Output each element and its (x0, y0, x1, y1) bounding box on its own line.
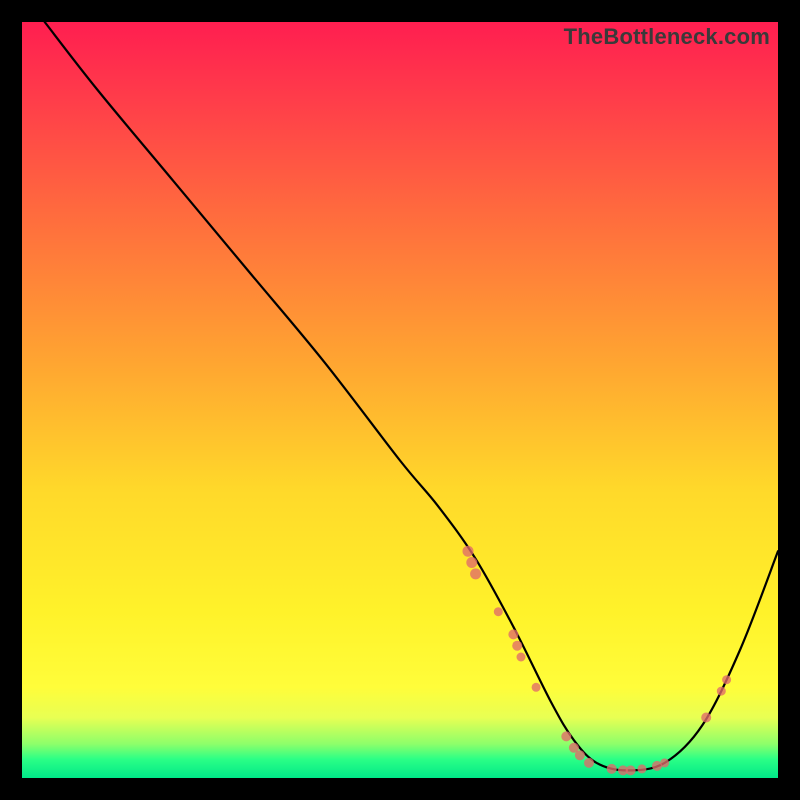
curve-marker (626, 765, 636, 775)
curve-marker (512, 641, 522, 651)
curve-marker (701, 713, 711, 723)
chart-plot-area: TheBottleneck.com (22, 22, 778, 778)
curve-marker (660, 758, 669, 767)
curve-marker (717, 687, 726, 696)
curve-marker (722, 675, 731, 684)
curve-marker (561, 731, 571, 741)
curve-marker (575, 750, 585, 760)
curve-marker (517, 653, 526, 662)
curve-marker (494, 607, 503, 616)
curve-marker (470, 568, 481, 579)
curve-marker (607, 764, 617, 774)
curve-marker (584, 758, 594, 768)
curve-marker (508, 629, 518, 639)
watermark-text: TheBottleneck.com (564, 24, 770, 50)
curve-line (45, 22, 778, 770)
curve-marker (532, 683, 541, 692)
curve-marker (637, 764, 646, 773)
curve-marker (463, 546, 474, 557)
chart-svg (22, 22, 778, 778)
curve-marker (466, 557, 477, 568)
